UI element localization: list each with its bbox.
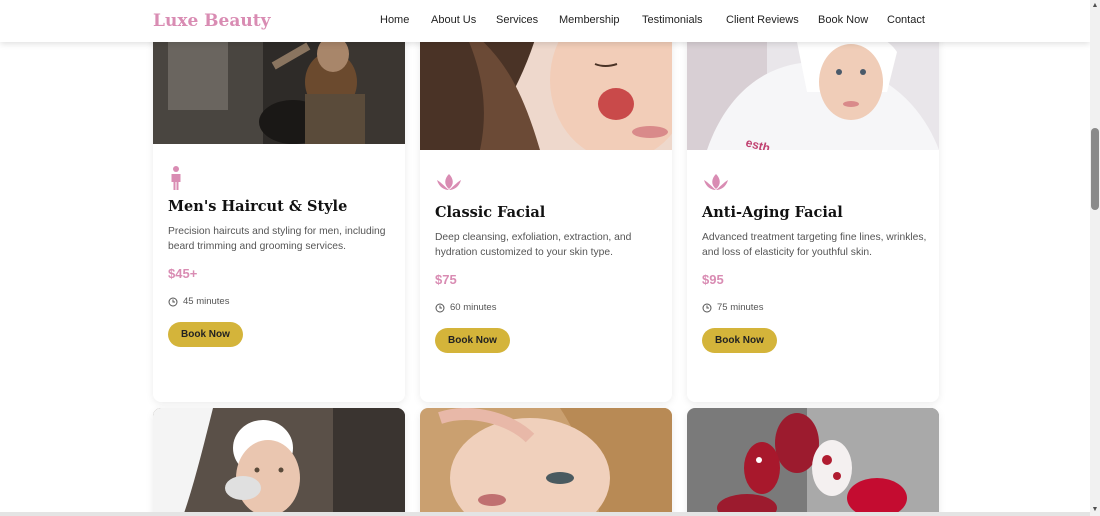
nav-services[interactable]: Services: [496, 14, 538, 26]
book-now-button[interactable]: Book Now: [168, 322, 243, 347]
card-body: Anti-Aging Facial Advanced treatment tar…: [702, 168, 927, 353]
nav-membership[interactable]: Membership: [559, 14, 620, 26]
clock-icon: [435, 303, 445, 312]
duration-text: 45 minutes: [183, 296, 230, 307]
book-now-button[interactable]: Book Now: [702, 328, 777, 353]
nav-home[interactable]: Home: [380, 14, 409, 26]
scroll-thumb[interactable]: [1091, 128, 1099, 210]
duration-text: 75 minutes: [717, 302, 764, 313]
lotus-icon: [437, 174, 461, 190]
service-card: [153, 408, 405, 516]
nav-contact[interactable]: Contact: [887, 14, 925, 26]
site-header: Luxe Beauty Home About Us Services Membe…: [0, 0, 1090, 42]
service-description: Deep cleansing, exfoliation, extraction,…: [435, 232, 632, 258]
lotus-icon: [704, 174, 728, 190]
microdermabrasion-photo: [153, 408, 405, 516]
nav-testimonials[interactable]: Testimonials: [642, 14, 703, 26]
scroll-up-arrow-icon[interactable]: ▲: [1090, 0, 1100, 12]
service-title: Classic Facial: [435, 204, 546, 221]
service-card: Classic Facial Deep cleansing, exfoliati…: [420, 22, 672, 402]
nav-about-us[interactable]: About Us: [431, 14, 476, 26]
service-duration: 75 minutes: [702, 302, 927, 313]
horizontal-scrollbar[interactable]: [0, 512, 1090, 516]
card-body: Classic Facial Deep cleansing, exfoliati…: [435, 168, 660, 353]
duration-text: 60 minutes: [450, 302, 497, 313]
service-card: Men's Haircut & Style Precision haircuts…: [153, 22, 405, 402]
service-card: [420, 408, 672, 516]
main-nav: Home About Us Services Membership Testim…: [0, 14, 1090, 30]
service-card: [687, 408, 939, 516]
service-title: Men's Haircut & Style: [168, 198, 348, 215]
nav-client-reviews[interactable]: Client Reviews: [726, 14, 799, 26]
service-description: Advanced treatment targeting fine lines,…: [702, 232, 927, 258]
service-price: $45+: [168, 266, 198, 281]
nav-book-now[interactable]: Book Now: [818, 14, 868, 26]
service-card: esth Anti-Aging Facial Advanced treatmen…: [687, 22, 939, 402]
book-now-button[interactable]: Book Now: [435, 328, 510, 353]
service-duration: 45 minutes: [168, 296, 393, 307]
scroll-down-arrow-icon[interactable]: ▼: [1090, 504, 1100, 516]
vertical-scrollbar[interactable]: ▲ ▼: [1090, 0, 1100, 516]
person-icon: [171, 166, 181, 190]
service-price: $95: [702, 272, 724, 287]
eye-treatment-photo: [420, 408, 672, 516]
card-body: Men's Haircut & Style Precision haircuts…: [168, 162, 393, 347]
service-description: Precision haircuts and styling for men, …: [168, 226, 386, 252]
service-price: $75: [435, 272, 457, 287]
clock-icon: [168, 297, 178, 306]
clock-icon: [702, 303, 712, 312]
service-duration: 60 minutes: [435, 302, 660, 313]
service-title: Anti-Aging Facial: [702, 204, 843, 221]
nail-art-photo: [687, 408, 939, 516]
